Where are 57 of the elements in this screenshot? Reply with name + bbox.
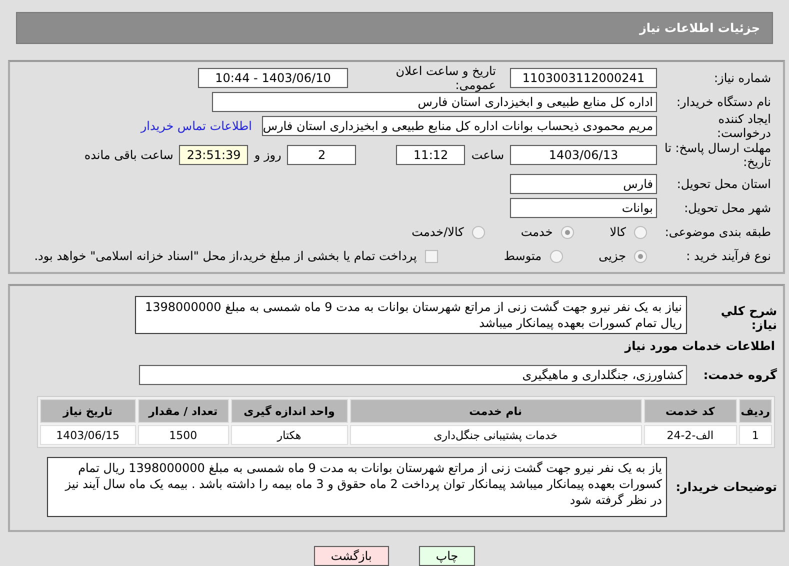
creator-field: مریم محمودی ذیحساب بوانات اداره کل منابع طبیعی و ابخیزداری استان فارس — [262, 116, 657, 136]
table-cell: هکتار — [230, 425, 348, 445]
page-title: جزئیات اطلاعات نیاز — [639, 21, 760, 35]
column-header: کد خدمت — [644, 399, 737, 423]
buyer-notes-textarea[interactable]: یاز به یک نفر نیرو جهت گشت زنی از مراتع شهرستان بوانات به مدت 9 ماه شمسی به مبلغ 1398000000 ریال تمام کسورات بعهده پیمانکار میباشد پیمانکار توان پرداخت 2 ماه حقوق و 3 ماه بیمه را داشته باشد . بیمه یک ماه سال آیند نیز در نظر گرفته شود — [47, 457, 667, 517]
time-label: ساعت — [471, 148, 504, 162]
field-label: شرح کلي نياز: — [720, 303, 778, 333]
need-number-field: 1103003112000241 — [510, 68, 657, 88]
field-label: ایجاد کننده درخواست: — [716, 112, 772, 140]
city-field: بوانات — [510, 198, 657, 218]
radio-button[interactable] — [634, 226, 647, 238]
column-header: واحد اندازه گیری — [230, 399, 348, 423]
table-cell: 1 — [738, 425, 772, 445]
back-button[interactable]: بازگشت — [314, 546, 389, 566]
province-field: فارس — [510, 174, 657, 194]
table-cell: 1403/06/15 — [40, 425, 136, 445]
column-header: تاریخ نیاز — [40, 399, 136, 423]
option-label: کالا — [610, 225, 626, 239]
column-header: تعداد / مقدار — [138, 399, 229, 423]
deadline-date-field: 1403/06/13 — [510, 145, 657, 165]
table-cell: 1500 — [138, 425, 229, 445]
radio-button[interactable] — [472, 226, 485, 238]
summary-textarea[interactable]: نیاز به یک نفر نیرو جهت گشت زنی از مراتع شهرستان بوانات به مدت 9 ماه شمسی به مبلغ 1398000000 ریال تمام کسورات بعهده پیمانکار میباشد — [135, 296, 687, 334]
field-label: طبقه بندی موضوعی: — [664, 224, 772, 240]
field-label: توضیحات خریدار: — [674, 480, 778, 494]
column-header: نام خدمت — [350, 399, 642, 423]
buyer-contact-link[interactable]: اطلاعات تماس خریدار — [140, 119, 252, 133]
radio-button[interactable] — [550, 250, 563, 262]
service-group-field: کشاورزی، جنگلداری و ماهیگیری — [139, 365, 687, 385]
column-header: ردیف — [738, 399, 772, 423]
section-heading: اطلاعات خدمات مورد نیاز — [624, 339, 776, 353]
print-button[interactable]: چاپ — [418, 546, 476, 566]
field-label: تاریخ و ساعت اعلان عمومی: — [394, 64, 497, 92]
days-field: 2 — [287, 145, 356, 165]
table-cell: الف-2-24 — [644, 425, 737, 445]
days-label: روز و — [254, 148, 282, 162]
field-label: مهلت ارسال پاسخ: تا تاریخ: — [663, 140, 772, 170]
checkbox[interactable] — [424, 250, 438, 262]
remaining-label: ساعت باقی مانده — [84, 148, 174, 162]
option-label: متوسط — [504, 249, 542, 263]
radio-button[interactable] — [560, 226, 574, 238]
buyer-field: اداره کل منابع طبیعی و ابخیزداری استان فارس — [212, 92, 657, 112]
option-label: جزیی — [598, 249, 626, 263]
remaining-time-field: 23:51:39 — [179, 145, 248, 165]
option-label: خدمت — [520, 225, 553, 239]
field-label: شهر محل تحویل: — [683, 200, 772, 216]
field-label: استان محل تحویل: — [676, 176, 772, 192]
radio-button[interactable] — [634, 250, 647, 262]
checkbox-label: پرداخت تمام یا بخشی از مبلغ خرید،از محل "اسناد خزانه اسلامی" خواهد بود. — [34, 249, 417, 263]
field-label: نوع فرآیند خرید : — [685, 248, 772, 264]
announce-date-field: 1403/06/10 - 10:44 — [198, 68, 348, 88]
field-label: گروه خدمت: — [702, 368, 778, 382]
table-cell: خدمات پشتیبانی جنگل‌داری — [350, 425, 642, 445]
deadline-time-field: 11:12 — [396, 145, 466, 165]
option-label: کالا/خدمت — [412, 225, 464, 239]
field-label: شماره نیاز: — [713, 70, 772, 86]
field-label: نام دستگاه خریدار: — [676, 94, 772, 110]
